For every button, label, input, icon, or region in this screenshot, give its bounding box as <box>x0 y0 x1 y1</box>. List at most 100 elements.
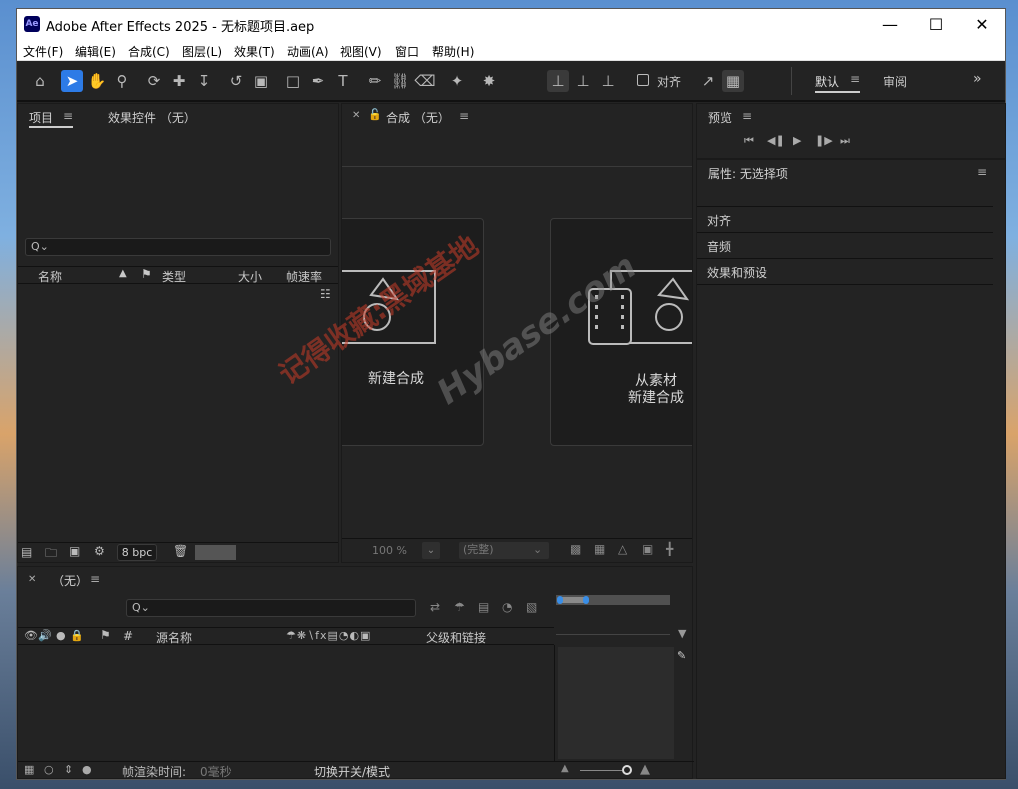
tab-composition[interactable]: 合成 （无） <box>386 109 450 126</box>
timeline-search-input[interactable]: Q⌄ <box>126 599 416 617</box>
column-layer-number[interactable]: # <box>123 629 133 643</box>
menu-help[interactable]: 帮助(H) <box>432 43 474 60</box>
last-frame-icon[interactable]: ⏭ <box>840 134 850 148</box>
comp-mini-flowchart-icon[interactable]: ⇄ <box>430 600 440 614</box>
guides-icon[interactable]: ╋ <box>666 542 673 556</box>
workspace-more-icon[interactable]: » <box>973 71 982 87</box>
work-area-end-handle[interactable] <box>583 596 589 604</box>
motion-blur-icon[interactable]: ◔ <box>502 600 512 614</box>
toggle-switches-modes[interactable]: 切换开关/模式 <box>314 763 390 780</box>
selection-tool-icon[interactable]: ➤ <box>61 70 83 92</box>
first-frame-icon[interactable]: ⏮ <box>744 134 754 148</box>
pan-camera-icon[interactable]: ✚ <box>168 70 190 92</box>
rectangle-tool-icon[interactable]: □ <box>282 70 304 92</box>
zoom-tool-icon[interactable]: ⚲ <box>111 70 133 92</box>
interpret-footage-icon[interactable]: ▤ <box>21 545 32 559</box>
frame-blending-icon[interactable]: ▤ <box>478 600 489 614</box>
audio-switch-icon[interactable]: 🔊 <box>38 629 52 642</box>
world-axis-icon[interactable]: ⊥ <box>572 70 594 92</box>
properties-effects-presets[interactable]: 效果和预设 <box>697 259 993 285</box>
mask-visibility-icon[interactable]: △ <box>618 542 627 556</box>
column-framerate[interactable]: 帧速率 <box>286 268 322 285</box>
comp-menu-icon[interactable]: ≡ <box>459 109 469 123</box>
project-search-input[interactable]: Q⌄ <box>25 238 331 256</box>
snap-option-icon[interactable]: ↗ <box>697 70 719 92</box>
project-settings-icon[interactable]: ⚙ <box>94 544 105 558</box>
preview-menu-icon[interactable]: ≡ <box>742 109 752 123</box>
project-menu-icon[interactable]: ≡ <box>63 109 73 123</box>
anchor-point-tool-icon[interactable]: ▣ <box>250 70 272 92</box>
puppet-pin-tool-icon[interactable]: ✸ <box>478 70 500 92</box>
label-tag-icon[interactable]: ⚑ <box>141 267 152 281</box>
fast-preview-icon[interactable]: ▩ <box>570 542 581 556</box>
column-parent-link[interactable]: 父级和链接 <box>426 629 486 646</box>
snap-checkbox[interactable] <box>637 74 649 86</box>
video-switch-icon[interactable]: 👁 <box>24 629 38 642</box>
close-icon[interactable]: ✕ <box>959 9 1005 40</box>
region-of-interest-icon[interactable]: ▣ <box>642 542 653 556</box>
play-icon[interactable]: ▶ <box>793 134 801 147</box>
playhead-marker-icon[interactable]: ▼ <box>678 627 686 640</box>
work-area-start-handle[interactable] <box>557 596 563 604</box>
shy-layers-icon[interactable]: ☂ <box>454 600 465 614</box>
pen-tool-icon[interactable]: ✒ <box>307 70 329 92</box>
layer-switches-toggle-icon[interactable]: ○ <box>44 763 54 776</box>
menu-window[interactable]: 窗口 <box>395 43 419 60</box>
time-ruler[interactable] <box>556 623 670 635</box>
tab-project[interactable]: 项目 <box>29 109 53 126</box>
zoom-level[interactable]: 100 % <box>372 544 407 557</box>
workspace-menu-icon[interactable]: ≡ <box>850 72 860 86</box>
column-size[interactable]: 大小 <box>238 268 262 285</box>
delete-icon[interactable]: 🗑 <box>173 544 188 558</box>
comp-button-icon[interactable]: ✎ <box>677 649 686 662</box>
properties-menu-icon[interactable]: ≡ <box>977 165 987 179</box>
solo-switch-icon[interactable]: ● <box>56 629 66 642</box>
tab-effect-controls[interactable]: 效果控件 （无） <box>108 109 196 126</box>
previous-frame-icon[interactable]: ◀❚ <box>767 134 785 147</box>
minimize-icon[interactable]: — <box>867 9 913 40</box>
zoom-slider-track[interactable] <box>580 770 622 771</box>
label-icon[interactable]: ⚑ <box>100 628 111 642</box>
view-axis-icon[interactable]: ⊥ <box>597 70 619 92</box>
sort-up-icon[interactable]: ▲ <box>119 268 127 279</box>
workspace-review[interactable]: 审阅 <box>883 73 907 90</box>
next-frame-icon[interactable]: ❚▶ <box>815 134 833 147</box>
eraser-tool-icon[interactable]: ⌫ <box>414 70 436 92</box>
workspace-default[interactable]: 默认 <box>815 73 839 90</box>
menu-view[interactable]: 视图(V) <box>340 43 382 60</box>
preview-title[interactable]: 预览 <box>708 109 732 126</box>
resolution-dropdown[interactable]: (完整) ⌄ <box>459 542 549 559</box>
menu-file[interactable]: 文件(F) <box>23 43 63 60</box>
hand-tool-icon[interactable]: ✋ <box>86 70 108 92</box>
menu-animation[interactable]: 动画(A) <box>287 43 329 60</box>
work-area-bar[interactable] <box>556 595 670 605</box>
zoom-in-icon[interactable]: ▲ <box>640 762 650 777</box>
new-folder-icon[interactable]: 🗀 <box>45 544 57 565</box>
column-name[interactable]: 名称 <box>38 268 62 285</box>
render-time-pane-icon[interactable]: ● <box>82 763 92 776</box>
dolly-camera-icon[interactable]: ↧ <box>193 70 215 92</box>
transfer-controls-icon[interactable]: ⇕ <box>64 763 73 776</box>
menu-composition[interactable]: 合成(C) <box>128 43 170 60</box>
orbit-camera-icon[interactable]: ⟳ <box>143 70 165 92</box>
timeline-menu-icon[interactable]: ≡ <box>90 572 100 586</box>
home-icon[interactable]: ⌂ <box>29 70 51 92</box>
flowchart-icon[interactable]: ☷ <box>320 287 331 301</box>
layer-switches-icons[interactable]: ☂❋∖fx▤◔◐▣ <box>286 629 371 642</box>
bpc-button[interactable]: 8 bpc <box>117 544 157 561</box>
maximize-icon[interactable]: ☐ <box>913 9 959 40</box>
properties-align[interactable]: 对齐 <box>697 207 993 233</box>
text-tool-icon[interactable]: T <box>332 70 354 92</box>
new-composition-icon[interactable]: ▣ <box>69 544 80 558</box>
transparency-grid-icon[interactable]: ▦ <box>594 542 605 556</box>
menu-layer[interactable]: 图层(L) <box>182 43 222 60</box>
color-swatch[interactable] <box>195 545 236 560</box>
render-time-icon[interactable]: ▦ <box>24 763 34 776</box>
properties-audio[interactable]: 音频 <box>697 233 993 259</box>
clone-stamp-tool-icon[interactable]: ⛓ <box>389 70 411 92</box>
zoom-dropdown-icon[interactable]: ⌄ <box>422 542 440 559</box>
local-axis-icon[interactable]: ⊥ <box>547 70 569 92</box>
roto-brush-tool-icon[interactable]: ✦ <box>446 70 468 92</box>
lock-icon[interactable]: 🔓 <box>368 108 382 121</box>
zoom-out-icon[interactable]: ▲ <box>561 763 569 774</box>
